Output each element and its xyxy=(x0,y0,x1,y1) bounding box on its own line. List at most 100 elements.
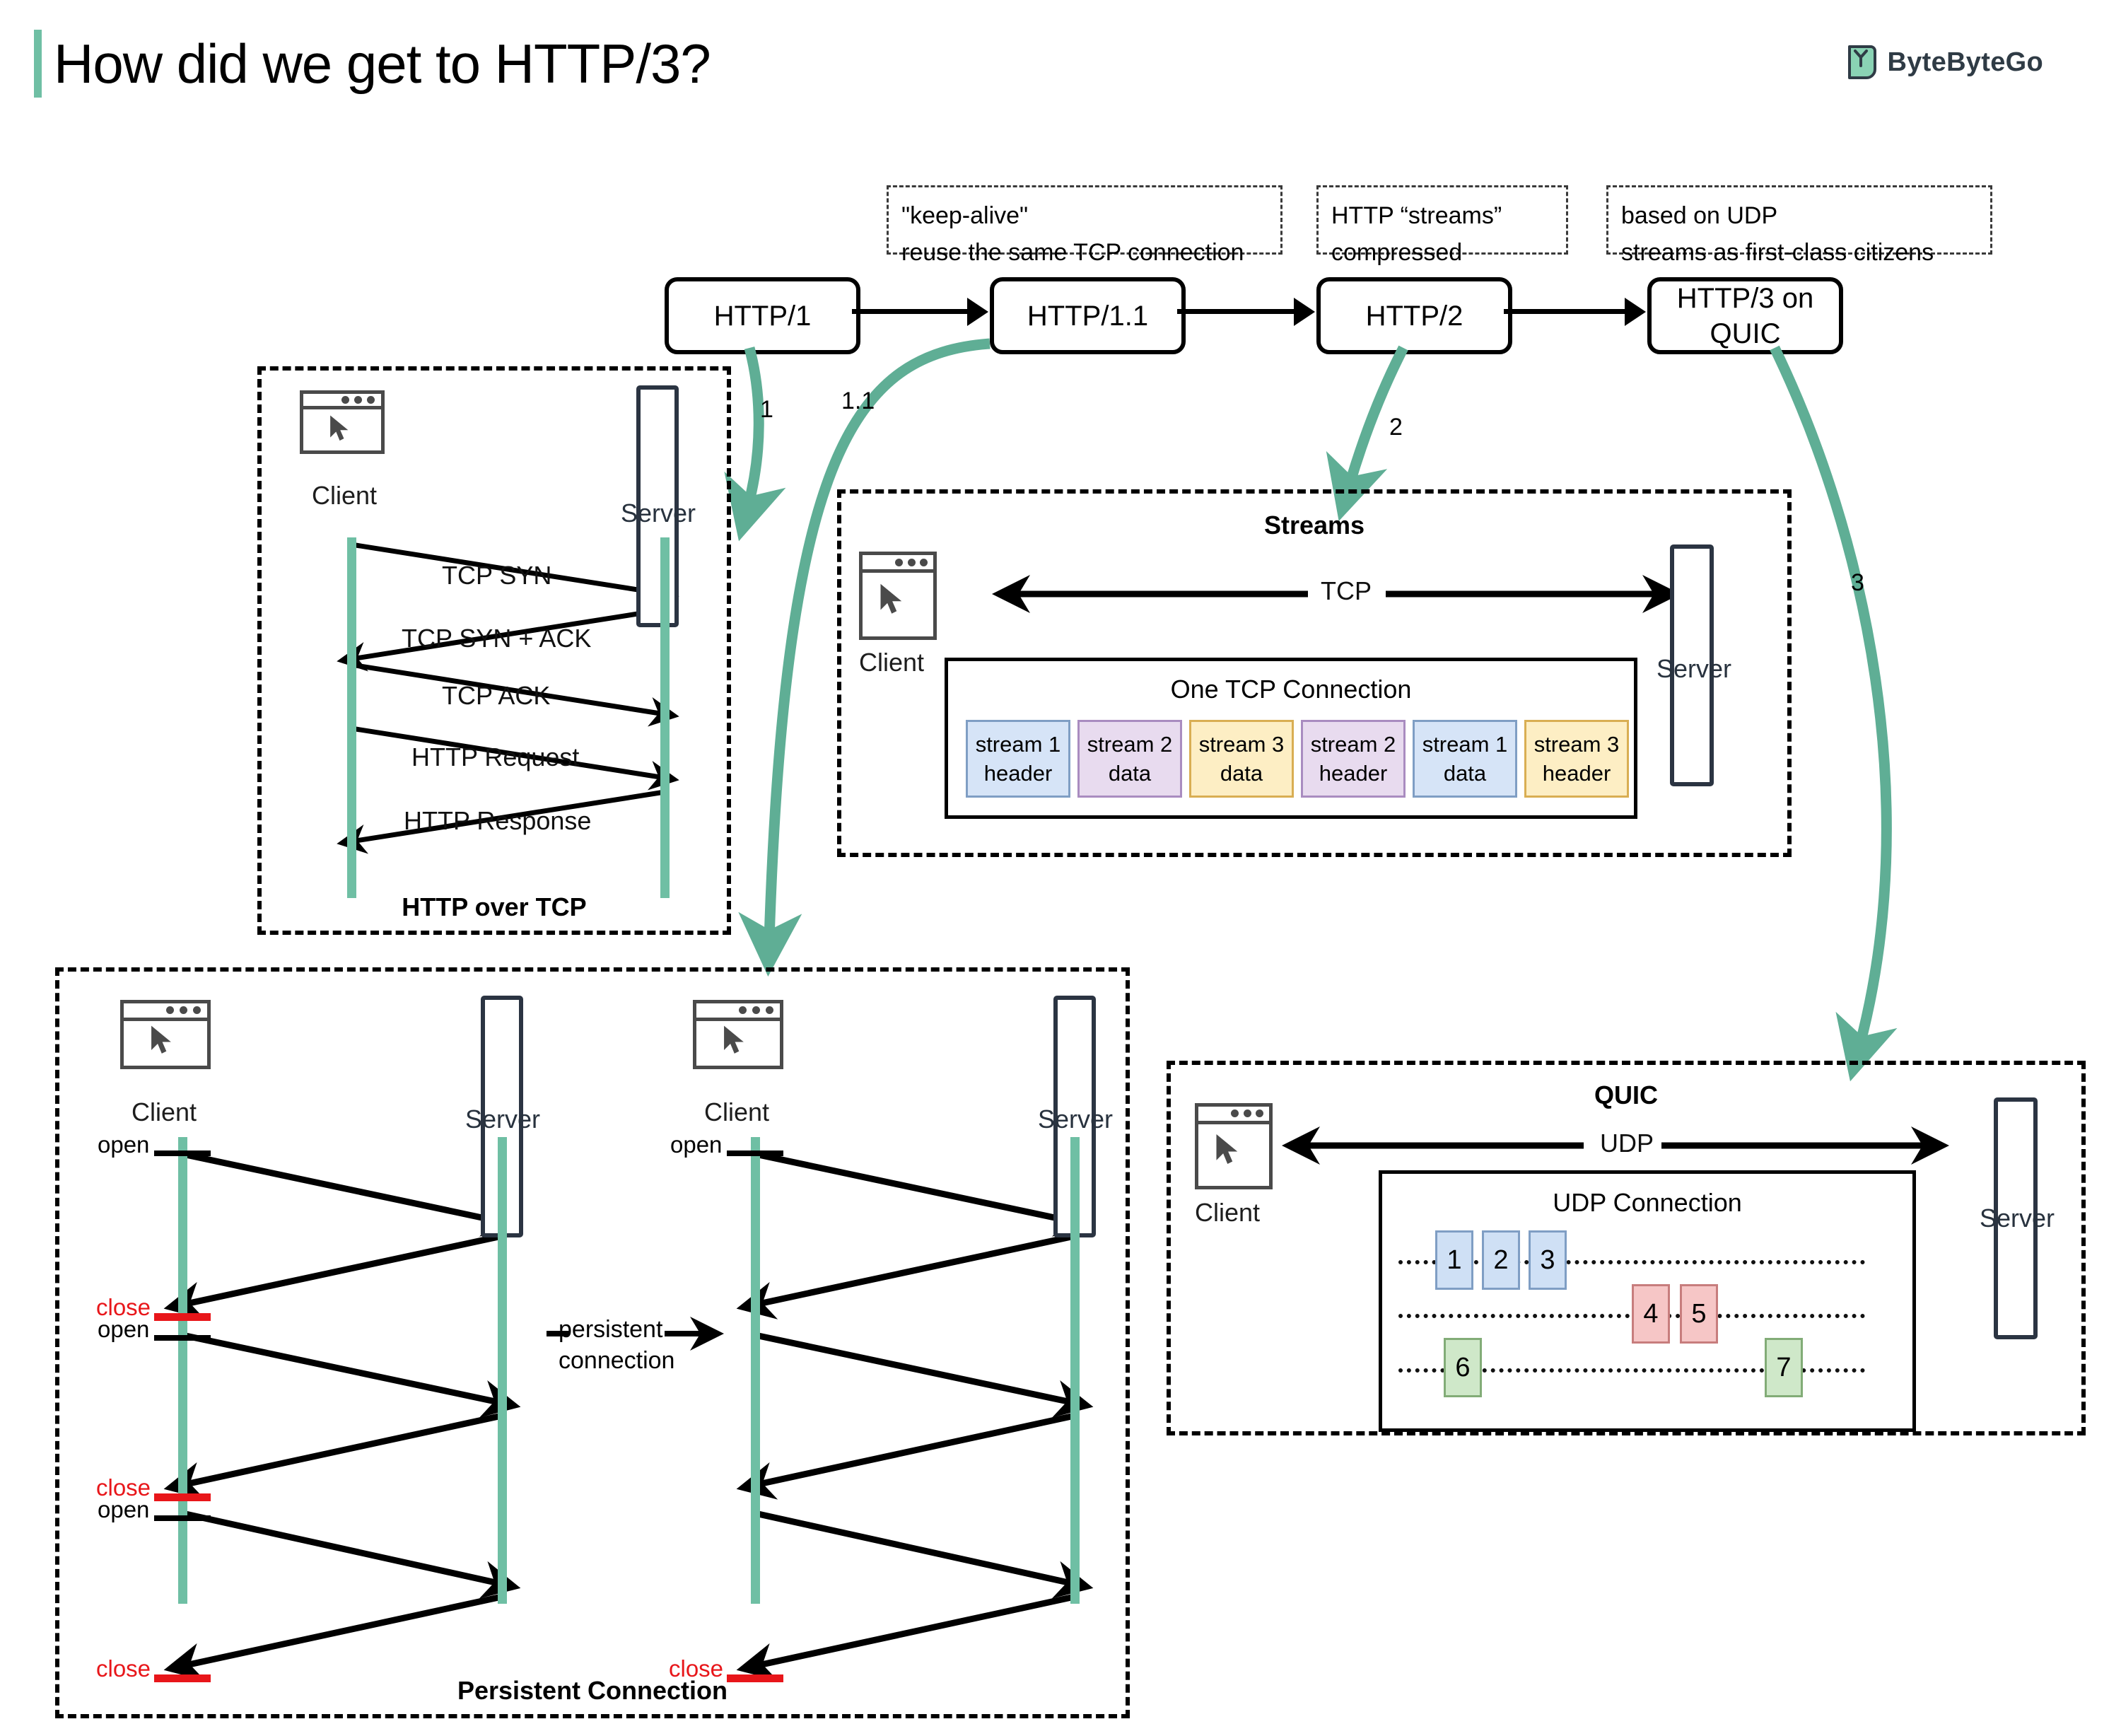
server-label-persistent-left: Server xyxy=(465,1105,541,1134)
flow-arrow-2-line xyxy=(1177,309,1295,314)
note-http11: "keep-alive" reuse the same TCP connecti… xyxy=(887,185,1282,266)
flow-arrow-2-head xyxy=(1294,298,1315,326)
flow-box-http1-label: HTTP/1 xyxy=(713,300,812,332)
client-browser-icon-quic xyxy=(1195,1103,1273,1189)
client-label-streams: Client xyxy=(859,648,925,677)
flow-box-http3-label-line1: HTTP/3 on xyxy=(1676,282,1814,314)
quic-packet-3: 3 xyxy=(1529,1230,1567,1290)
quic-transport-label: UDP xyxy=(1593,1129,1661,1158)
quic-packet-4: 4 xyxy=(1632,1284,1670,1344)
server-lifeline-persistent-left xyxy=(498,1137,507,1604)
quic-packet-4-label: 4 xyxy=(1643,1298,1659,1329)
stream-chip-1: stream 2 data xyxy=(1077,720,1182,798)
stream-chip-1-line1: stream 2 xyxy=(1087,732,1173,757)
connector-curve-1 xyxy=(724,346,786,542)
flow-box-http3[interactable]: HTTP/3 on QUIC xyxy=(1647,277,1843,354)
quic-packet-2: 2 xyxy=(1482,1230,1520,1290)
quic-packet-5: 5 xyxy=(1680,1284,1718,1344)
flow-box-http11-label: HTTP/1.1 xyxy=(1027,300,1149,332)
quic-panel-title: QUIC xyxy=(1594,1080,1658,1109)
quic-packet-3-label: 3 xyxy=(1540,1245,1555,1275)
brand-name: ByteByteGo xyxy=(1887,47,2043,77)
tcp-message-1: TCP SYN + ACK xyxy=(402,624,592,653)
quic-packet-6-label: 6 xyxy=(1455,1352,1471,1382)
open-label-right-0: open xyxy=(670,1131,723,1158)
tick-close-left-0 xyxy=(154,1313,211,1321)
client-lifeline-persistent-right xyxy=(751,1137,760,1604)
client-browser-icon-streams xyxy=(859,552,937,640)
note-http11-line2: reuse the same TCP connection xyxy=(901,239,1244,266)
stream-chip-4-line1: stream 1 xyxy=(1422,732,1508,757)
quic-packet-5-label: 5 xyxy=(1691,1298,1707,1329)
note-http3-line1: based on UDP xyxy=(1621,202,1778,229)
stream-chip-0: stream 1 header xyxy=(966,720,1070,798)
note-http11-line1: "keep-alive" xyxy=(901,202,1029,229)
connector-label-3: 3 xyxy=(1851,569,1864,596)
stream-chip-2-line2: data xyxy=(1220,761,1263,786)
server-label-persistent-right: Server xyxy=(1038,1105,1114,1134)
server-label-quic: Server xyxy=(1980,1204,2055,1233)
server-label-streams: Server xyxy=(1657,654,1732,683)
connector-label-11: 1.1 xyxy=(841,388,875,414)
flow-arrow-3-line xyxy=(1504,309,1626,314)
page-header: How did we get to HTTP/3? ByteByteGo xyxy=(0,0,2121,124)
udp-connection-title: UDP Connection xyxy=(1553,1188,1742,1217)
stream-chip-5-line2: header xyxy=(1542,761,1611,786)
streams-transport-label: TCP xyxy=(1314,576,1379,606)
stream-chip-0-line2: header xyxy=(983,761,1053,786)
open-label-left-2: open xyxy=(98,1496,150,1522)
client-browser-icon-tcp xyxy=(300,390,385,454)
http-over-tcp-panel-title: HTTP over TCP xyxy=(402,892,587,921)
flow-box-http1[interactable]: HTTP/1 xyxy=(665,277,860,354)
client-label-tcp: Client xyxy=(312,481,378,510)
client-lifeline-persistent-left xyxy=(178,1137,187,1604)
open-label-left-0: open xyxy=(98,1131,150,1158)
stream-chip-3-line2: header xyxy=(1319,761,1388,786)
stream-chip-2: stream 3 data xyxy=(1189,720,1294,798)
quic-packet-7-label: 7 xyxy=(1776,1352,1792,1382)
quic-packet-1: 1 xyxy=(1435,1230,1473,1290)
tick-close-left-1 xyxy=(154,1493,211,1501)
tcp-message-4: HTTP Response xyxy=(404,806,592,835)
client-browser-icon-persistent-right xyxy=(693,1000,783,1069)
flow-box-http3-label-line2: QUIC xyxy=(1710,318,1781,349)
stream-chip-3-line1: stream 2 xyxy=(1310,732,1396,757)
tick-open-left-2 xyxy=(154,1515,211,1521)
stream-chip-4-line2: data xyxy=(1443,761,1487,786)
server-lifeline-tcp xyxy=(660,537,670,898)
tcp-message-3: HTTP Request xyxy=(411,742,580,771)
tick-open-right-0 xyxy=(727,1150,783,1156)
stream-chip-5: stream 3 header xyxy=(1524,720,1629,798)
quic-packet-1-label: 1 xyxy=(1447,1245,1462,1275)
client-label-quic: Client xyxy=(1195,1198,1261,1227)
tick-open-left-1 xyxy=(154,1335,211,1341)
note-http3-line2: streams as first-class citizens xyxy=(1621,239,1934,266)
client-lifeline-tcp xyxy=(347,537,356,898)
client-label-persistent-left: Client xyxy=(132,1097,197,1126)
connector-label-1: 1 xyxy=(760,396,773,423)
streams-panel-title: Streams xyxy=(1263,511,1365,540)
flow-box-http2-label: HTTP/2 xyxy=(1365,300,1463,332)
flow-arrow-1-head xyxy=(967,298,988,326)
persistent-middle-line2: connection xyxy=(559,1347,675,1374)
tcp-message-2: TCP ACK xyxy=(442,681,551,710)
persistent-connection-panel-title: Persistent Connection xyxy=(457,1676,728,1705)
open-label-left-1: open xyxy=(98,1316,150,1342)
client-label-persistent-right: Client xyxy=(704,1097,770,1126)
note-http2-line1: HTTP “streams” xyxy=(1331,202,1502,229)
stream-chip-3: stream 2 header xyxy=(1301,720,1406,798)
stream-chip-4: stream 1 data xyxy=(1413,720,1517,798)
flow-arrow-1-line xyxy=(852,309,969,314)
one-tcp-connection-title: One TCP Connection xyxy=(1170,675,1412,704)
stream-chip-5-line1: stream 3 xyxy=(1533,732,1620,757)
stream-chip-1-line2: data xyxy=(1108,761,1152,786)
connector-label-2: 2 xyxy=(1389,414,1403,441)
page-title: How did we get to HTTP/3? xyxy=(54,33,711,95)
flow-box-http11[interactable]: HTTP/1.1 xyxy=(990,277,1186,354)
bytebytego-logo-icon xyxy=(1847,45,1876,79)
tcp-message-0: TCP SYN xyxy=(442,561,552,590)
flow-box-http2[interactable]: HTTP/2 xyxy=(1316,277,1512,354)
client-browser-icon-persistent-left xyxy=(120,1000,211,1069)
persistent-connection-middle-label: persistent connection xyxy=(559,1314,714,1376)
server-lifeline-persistent-right xyxy=(1070,1137,1080,1604)
